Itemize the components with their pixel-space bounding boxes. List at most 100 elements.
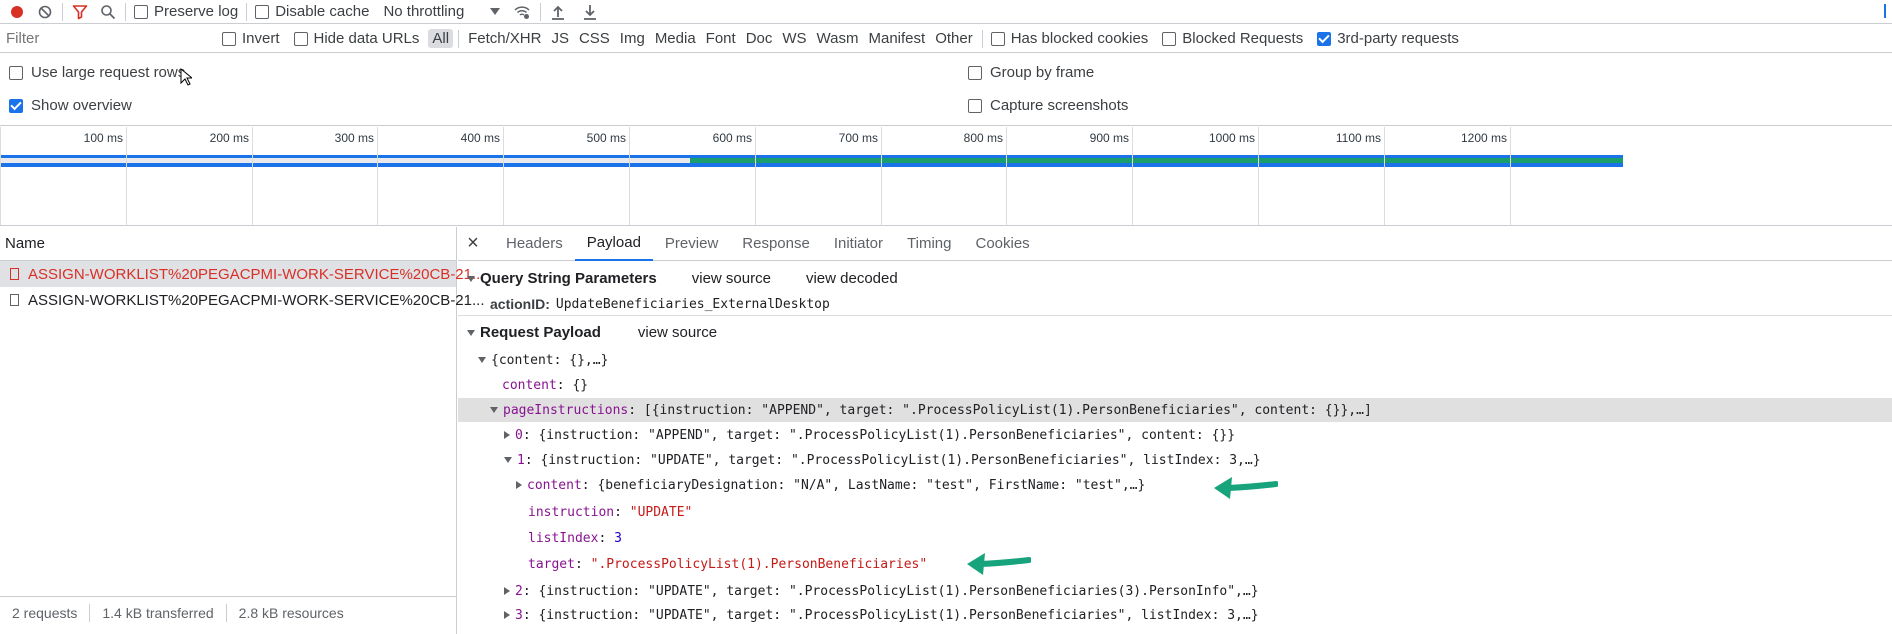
type-filter-manifest[interactable]: Manifest: [865, 29, 930, 48]
tree-root[interactable]: {content: {},…}: [478, 348, 608, 372]
record-icon[interactable]: [8, 3, 26, 21]
query-section-title[interactable]: Query String Parameters: [480, 270, 657, 287]
expand-triangle-icon[interactable]: [504, 587, 510, 595]
tree-value: ".ProcessPolicyList(1).PersonBeneficiari…: [590, 556, 928, 572]
search-icon[interactable]: [99, 3, 117, 21]
expand-triangle-icon[interactable]: [490, 407, 498, 413]
invert-checkbox[interactable]: [222, 31, 236, 46]
request-count: 2 requests: [12, 604, 78, 621]
disable-cache-checkbox[interactable]: [255, 4, 270, 19]
filter-icon[interactable]: [71, 3, 89, 21]
expand-triangle-icon[interactable]: [516, 481, 522, 489]
expand-triangle-icon[interactable]: [504, 431, 510, 439]
table-row[interactable]: ASSIGN-WORKLIST%20PEGACPMI-WORK-SERVICE%…: [0, 287, 485, 313]
payload-section-title[interactable]: Request Payload: [480, 324, 601, 341]
show-overview-checkbox[interactable]: [9, 98, 23, 113]
timeline-gridline: [1006, 127, 1007, 225]
type-filter-css[interactable]: CSS: [575, 29, 614, 48]
view-decoded-link[interactable]: view decoded: [806, 270, 898, 287]
name-column-label: Name: [5, 235, 46, 252]
toolbar-divider: [246, 2, 248, 21]
type-filter-doc[interactable]: Doc: [742, 29, 777, 48]
tree-node-instruction-0[interactable]: 0: {instruction: "APPEND", target: ".Pro…: [504, 423, 1235, 447]
import-har-icon[interactable]: [549, 3, 567, 21]
error-document-icon: [10, 268, 19, 280]
tab-cookies[interactable]: Cookies: [963, 227, 1041, 261]
request-list: Name ASSIGN-WORKLIST%20PEGACPMI-WORK-SER…: [0, 227, 485, 634]
tab-initiator[interactable]: Initiator: [822, 227, 895, 261]
tree-value: {instruction: "APPEND", target: ".Proces…: [538, 427, 1236, 443]
tree-key: 1: [517, 452, 525, 468]
type-filter-all[interactable]: All: [428, 29, 454, 48]
tab-response[interactable]: Response: [730, 227, 822, 261]
payload-view-source-link[interactable]: view source: [638, 324, 717, 341]
hide-data-urls-checkbox[interactable]: [293, 31, 308, 46]
tab-headers[interactable]: Headers: [494, 227, 575, 261]
close-icon[interactable]: ×: [458, 232, 488, 255]
timeline-gridline: [503, 127, 504, 225]
capture-screenshots-checkbox[interactable]: [968, 98, 982, 113]
name-column-header[interactable]: Name: [0, 227, 456, 261]
collapse-triangle-icon[interactable]: [467, 275, 475, 282]
large-rows-checkbox[interactable]: [9, 65, 23, 80]
clear-icon[interactable]: [36, 3, 54, 21]
type-filter-fetch-xhr[interactable]: Fetch/XHR: [464, 29, 545, 48]
type-filter-media[interactable]: Media: [651, 29, 700, 48]
tree-node-instruction-1[interactable]: 1: {instruction: "UPDATE", target: ".Pro…: [504, 448, 1261, 472]
preserve-log-label: Preserve log: [154, 3, 239, 20]
blocked-requests-checkbox[interactable]: [1162, 31, 1177, 46]
timeline-tick-label: 700 ms: [838, 131, 878, 145]
tree-key: content: [527, 477, 582, 493]
has-blocked-cookies-checkbox[interactable]: [990, 31, 1005, 46]
throttling-select[interactable]: No throttling: [383, 3, 501, 20]
tree-node-instruction-2[interactable]: 2: {instruction: "UPDATE", target: ".Pro…: [504, 579, 1259, 603]
tree-key: 3: [515, 607, 523, 623]
filter-input[interactable]: [6, 27, 172, 50]
view-source-link[interactable]: view source: [692, 270, 771, 287]
third-party-checkbox[interactable]: [1317, 31, 1332, 46]
toolbar-divider: [62, 2, 63, 21]
overview-timeline[interactable]: 100 ms 200 ms 300 ms 400 ms 500 ms 600 ms 700 …: [0, 127, 1892, 226]
tab-payload[interactable]: Payload: [574, 227, 653, 261]
invert-label: Invert: [242, 30, 280, 47]
tree-key: content: [502, 377, 557, 393]
tree-node-page-instructions[interactable]: pageInstructions: [{instruction: "APPEND…: [458, 398, 1892, 422]
filter-bar: Invert Hide data URLs All Fetch/XHRJSCSSI…: [0, 25, 1892, 53]
blocked-requests-label: Blocked Requests: [1182, 30, 1304, 47]
show-overview-label: Show overview: [31, 97, 132, 114]
type-filter-other[interactable]: Other: [931, 29, 977, 48]
type-filter-wasm[interactable]: Wasm: [813, 29, 863, 48]
network-conditions-icon[interactable]: [512, 3, 532, 21]
expand-triangle-icon[interactable]: [504, 611, 510, 619]
type-filter-ws[interactable]: WS: [778, 29, 810, 48]
table-row[interactable]: ASSIGN-WORKLIST%20PEGACPMI-WORK-SERVICE%…: [0, 261, 485, 287]
type-filter-img[interactable]: Img: [616, 29, 649, 48]
group-by-frame-checkbox[interactable]: [968, 65, 982, 80]
timeline-gridline: [1258, 127, 1259, 225]
disable-cache-label: Disable cache: [275, 3, 370, 20]
status-divider: [89, 603, 91, 622]
timeline-gridline: [629, 127, 630, 225]
collapse-triangle-icon[interactable]: [467, 329, 475, 336]
timeline-tick-label: 1200 ms: [1460, 131, 1507, 145]
tab-preview[interactable]: Preview: [653, 227, 730, 261]
export-har-icon[interactable]: [581, 3, 599, 21]
tree-value: [{instruction: "APPEND", target: ".Proce…: [643, 402, 1372, 418]
tree-key: 2: [515, 583, 523, 599]
tree-node-instruction-3[interactable]: 3: {instruction: "UPDATE", target: ".Pro…: [504, 603, 1259, 627]
settings-marker[interactable]: [1884, 4, 1886, 18]
tab-timing[interactable]: Timing: [895, 227, 963, 261]
type-filter-js[interactable]: JS: [547, 29, 573, 48]
timeline-gridline: [377, 127, 378, 225]
timeline-tick-label: 600 ms: [712, 131, 752, 145]
timeline-gridline: [1384, 127, 1385, 225]
document-icon: [10, 294, 19, 306]
tree-node-content-detail[interactable]: content: {beneficiaryDesignation: "N/A",…: [516, 473, 1145, 497]
expand-triangle-icon[interactable]: [504, 457, 512, 463]
timeline-tick-label: 900 ms: [1089, 131, 1129, 145]
timeline-tick-label: 1000 ms: [1208, 131, 1255, 145]
type-filter-font[interactable]: Font: [702, 29, 740, 48]
expand-triangle-icon[interactable]: [478, 357, 486, 363]
preserve-log-checkbox[interactable]: [134, 4, 148, 19]
status-bar: 2 requests 1.4 kB transferred 2.8 kB res…: [0, 596, 456, 628]
